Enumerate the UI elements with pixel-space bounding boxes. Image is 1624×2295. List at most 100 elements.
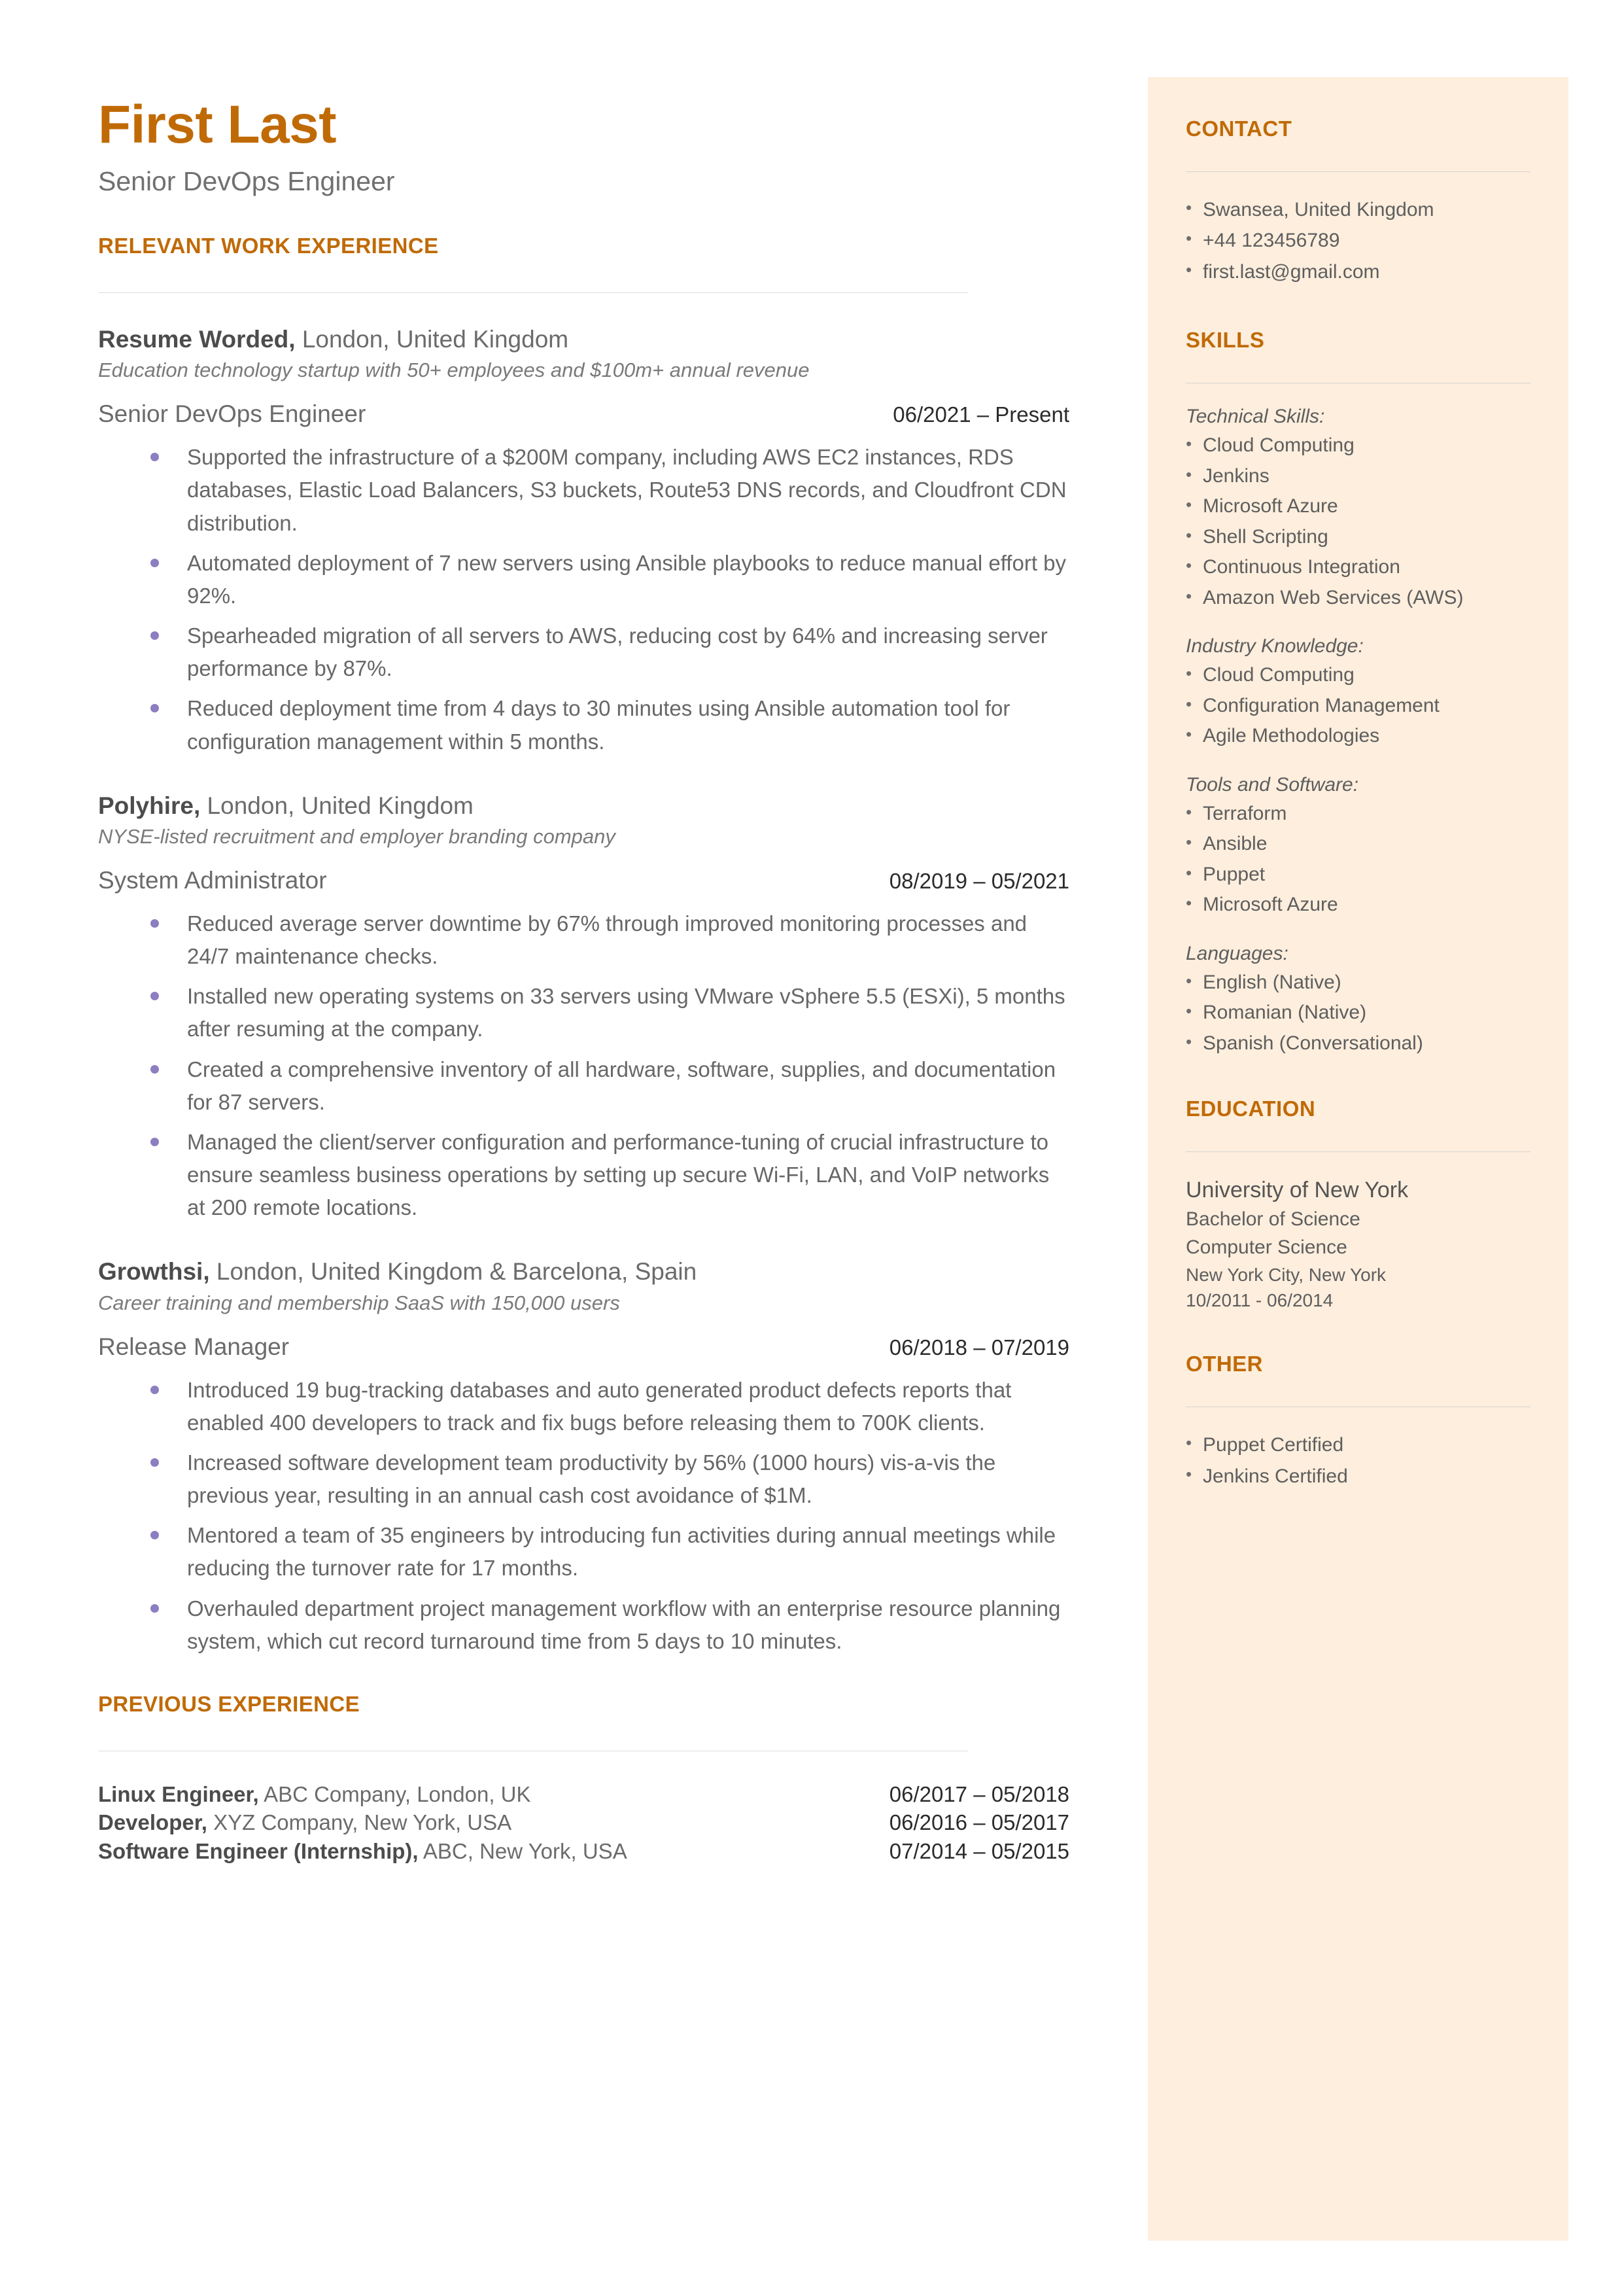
previous-job-detail: XYZ Company, New York, USA xyxy=(207,1810,512,1835)
skill-item: Jenkins xyxy=(1186,461,1530,492)
education-entry: University of New York Bachelor of Scien… xyxy=(1186,1174,1530,1314)
education-location: New York City, New York xyxy=(1186,1264,1387,1285)
skills-list: Technical Skills:Cloud ComputingJenkinsM… xyxy=(1186,406,1530,1059)
previous-job-dates: 06/2016 – 05/2017 xyxy=(889,1810,1069,1835)
skill-item: Romanian (Native) xyxy=(1186,998,1530,1028)
job-bullet: Increased software development team prod… xyxy=(150,1446,1073,1512)
sidebar-heading-contact: CONTACT xyxy=(1186,116,1292,141)
work-experience-list: Resume Worded, London, United Kingdom Edu… xyxy=(98,324,1073,1658)
skill-item: Shell Scripting xyxy=(1186,522,1530,553)
skill-item: Agile Methodologies xyxy=(1186,721,1530,752)
job-title: Release Manager xyxy=(98,1333,290,1360)
job-bullet: Automated deployment of 7 new servers us… xyxy=(150,547,1073,612)
job-role-row: System Administrator 08/2019 – 05/2021 xyxy=(98,867,1069,894)
skill-item-list: Cloud ComputingConfiguration ManagementA… xyxy=(1186,660,1530,752)
skill-group: Industry Knowledge: Cloud ComputingConfig… xyxy=(1186,635,1530,752)
contact-item: first.last@gmail.com xyxy=(1186,256,1530,287)
work-experience-entry: Growthsi, London, United Kingdom & Barce… xyxy=(98,1257,1073,1658)
section-heading-previous-experience: PREVIOUS EXPERIENCE xyxy=(98,1691,360,1716)
job-company-name: Growthsi, xyxy=(98,1258,210,1286)
job-company-name: Resume Worded, xyxy=(98,326,296,353)
contact-list: Swansea, United Kingdom+44 123456789firs… xyxy=(1186,194,1530,287)
skill-item: Spanish (Conversational) xyxy=(1186,1028,1530,1059)
education-field: Computer Science xyxy=(1186,1236,1347,1259)
job-company-name: Polyhire, xyxy=(98,792,201,819)
skill-item: Microsoft Azure xyxy=(1186,890,1530,920)
skill-group-label: Industry Knowledge: xyxy=(1186,635,1364,657)
skill-item: English (Native) xyxy=(1186,968,1530,998)
job-location: London, United Kingdom & Barcelona, Spai… xyxy=(209,1258,697,1286)
job-company: Resume Worded, London, United Kingdom xyxy=(98,324,1073,355)
skill-item: Terraform xyxy=(1186,799,1530,830)
job-dates: 06/2018 – 07/2019 xyxy=(889,1335,1069,1359)
sidebar-divider xyxy=(1186,171,1530,172)
previous-job-detail: ABC Company, London, UK xyxy=(258,1781,531,1806)
job-dates: 06/2021 – Present xyxy=(893,402,1069,427)
skill-item: Cloud Computing xyxy=(1186,430,1530,461)
skill-item: Cloud Computing xyxy=(1186,660,1530,691)
previous-job-dates: 06/2017 – 05/2018 xyxy=(889,1781,1069,1806)
sidebar-heading-education: EDUCATION xyxy=(1186,1096,1316,1121)
job-bullet: Installed new operating systems on 33 se… xyxy=(150,980,1073,1045)
job-bullet: Supported the infrastructure of a $200M … xyxy=(150,441,1073,539)
previous-experience-row: Software Engineer (Internship), ABC, New… xyxy=(98,1837,1069,1866)
job-bullet: Reduced deployment time from 4 days to 3… xyxy=(150,692,1073,758)
education-school: University of New York xyxy=(1186,1178,1409,1203)
job-company: Polyhire, London, United Kingdom xyxy=(98,791,1073,821)
section-heading-work-experience: RELEVANT WORK EXPERIENCE xyxy=(98,234,439,258)
job-bullet: Introduced 19 bug-tracking databases and… xyxy=(150,1374,1073,1439)
page-title: First Last xyxy=(98,95,337,154)
sidebar: CONTACT Swansea, United Kingdom+44 12345… xyxy=(1148,77,1568,2241)
job-bullet: Reduced average server downtime by 67% t… xyxy=(150,907,1073,973)
job-location: London, United Kingdom xyxy=(200,792,474,819)
job-title: System Administrator xyxy=(98,866,327,894)
job-bullet-list: Reduced average server downtime by 67% t… xyxy=(98,907,1073,1224)
skill-group-label: Languages: xyxy=(1186,942,1288,964)
sidebar-heading-other: OTHER xyxy=(1186,1352,1263,1376)
main-column: First Last Senior DevOps Engineer RELEVA… xyxy=(98,98,1073,1865)
contact-item: +44 123456789 xyxy=(1186,225,1530,256)
skill-item: Microsoft Azure xyxy=(1186,491,1530,522)
previous-job-title: Linux Engineer, xyxy=(98,1781,259,1806)
education-dates: 10/2011 - 06/2014 xyxy=(1186,1290,1334,1311)
work-experience-entry: Resume Worded, London, United Kingdom Edu… xyxy=(98,324,1073,758)
job-bullet: Overhauled department project management… xyxy=(150,1592,1073,1658)
skill-group: Tools and Software: TerraformAnsiblePuppe… xyxy=(1186,774,1530,920)
job-dates: 08/2019 – 05/2021 xyxy=(889,868,1069,893)
job-role-row: Release Manager 06/2018 – 07/2019 xyxy=(98,1333,1069,1361)
previous-experience-row: Developer, XYZ Company, New York, USA 06/… xyxy=(98,1808,1069,1837)
skill-item-list: English (Native)Romanian (Native)Spanish… xyxy=(1186,968,1530,1059)
work-experience-entry: Polyhire, London, United Kingdom NYSE-lis… xyxy=(98,791,1073,1225)
education-degree: Bachelor of Science xyxy=(1186,1208,1360,1231)
skill-item: Puppet xyxy=(1186,860,1530,890)
skill-group-label: Technical Skills: xyxy=(1186,406,1325,428)
job-role-row: Senior DevOps Engineer 06/2021 – Present xyxy=(98,400,1069,428)
skill-item-list: Cloud ComputingJenkinsMicrosoft AzureShe… xyxy=(1186,430,1530,613)
job-company-description: Education technology startup with 50+ em… xyxy=(98,359,810,382)
other-item: Jenkins Certified xyxy=(1186,1461,1530,1492)
skill-group: Languages: English (Native)Romanian (Nati… xyxy=(1186,943,1530,1059)
job-bullet-list: Introduced 19 bug-tracking databases and… xyxy=(98,1374,1073,1658)
sidebar-heading-skills: SKILLS xyxy=(1186,328,1265,353)
previous-experience-row: Linux Engineer, ABC Company, London, UK 0… xyxy=(98,1780,1069,1809)
skill-item: Continuous Integration xyxy=(1186,552,1530,583)
job-location: London, United Kingdom xyxy=(295,326,569,353)
previous-job-label: Developer, XYZ Company, New York, USA xyxy=(98,1808,511,1837)
other-item: Puppet Certified xyxy=(1186,1429,1530,1460)
skill-group-label: Tools and Software: xyxy=(1186,773,1359,796)
job-bullet: Managed the client/server configuration … xyxy=(150,1126,1073,1224)
skill-item-list: TerraformAnsiblePuppetMicrosoft Azure xyxy=(1186,799,1530,920)
skill-item: Configuration Management xyxy=(1186,691,1530,722)
sidebar-divider xyxy=(1186,1151,1530,1153)
job-company-description: Career training and membership SaaS with… xyxy=(98,1291,620,1314)
section-divider xyxy=(98,292,968,293)
job-bullet-list: Supported the infrastructure of a $200M … xyxy=(98,441,1073,758)
contact-item: Swansea, United Kingdom xyxy=(1186,194,1530,225)
job-bullet: Created a comprehensive inventory of all… xyxy=(150,1053,1073,1119)
other-list: Puppet CertifiedJenkins Certified xyxy=(1186,1429,1530,1492)
skill-group: Technical Skills:Cloud ComputingJenkinsM… xyxy=(1186,406,1530,613)
job-title: Senior DevOps Engineer xyxy=(98,400,366,428)
